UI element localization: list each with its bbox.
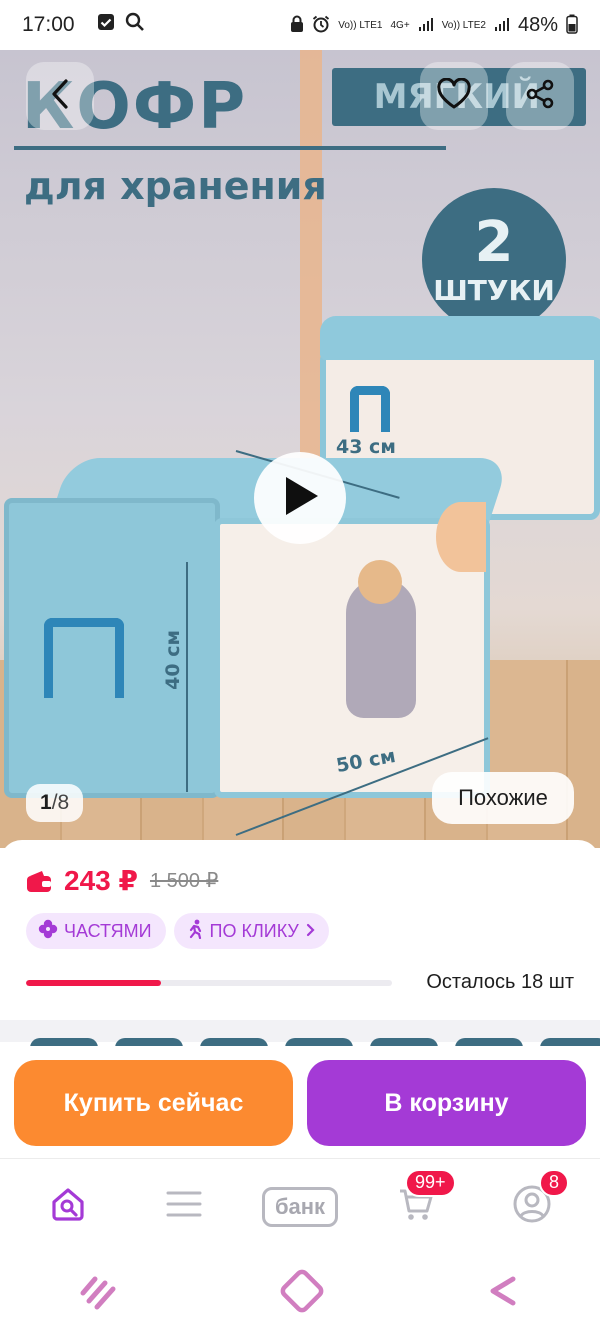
recent-apps-button[interactable]	[77, 1271, 121, 1316]
dimension-depth: 43 см	[336, 436, 396, 458]
installments-chip[interactable]: ЧАСТЯМИ	[26, 913, 166, 949]
storage-box-back-lid	[320, 316, 600, 360]
stock-row: Осталось 18 шт	[26, 971, 574, 994]
sun-decor	[436, 502, 486, 572]
stock-progress	[26, 979, 392, 986]
stock-remaining: Осталось 18 шт	[426, 971, 574, 993]
profile-badge: 8	[539, 1168, 569, 1197]
count-unit: ШТУКИ	[433, 274, 555, 307]
running-person-icon	[186, 919, 204, 944]
dimension-height: 40 см	[162, 630, 184, 690]
buy-now-button[interactable]: Купить сейчас	[14, 1060, 293, 1146]
payment-chips: ЧАСТЯМИ ПО КЛИКУ	[26, 913, 574, 949]
system-navigation-bar	[0, 1254, 600, 1332]
product-image-gallery[interactable]: КОФР для хранения МЯГКИЙ 2 ШТУКИ 43 см 4…	[0, 50, 600, 848]
favorite-button[interactable]	[420, 62, 488, 130]
price-row: 243 ₽ 1 500 ₽	[26, 864, 574, 897]
tab-profile[interactable]: 8	[487, 1168, 577, 1237]
current-price: 243 ₽	[64, 865, 138, 896]
stock-progress-fill	[26, 979, 162, 986]
installments-label: ЧАСТЯМИ	[64, 920, 152, 941]
share-icon	[524, 78, 556, 115]
chevron-left-icon	[49, 78, 71, 115]
clover-icon	[38, 919, 58, 944]
old-price: 1 500 ₽	[149, 870, 219, 892]
network-lte1: Vo)) LTE1	[338, 19, 383, 31]
one-click-label: ПО КЛИКУ	[209, 920, 299, 941]
battery-percent: 48%	[517, 13, 558, 36]
bottom-tab-bar: банк 99+ 8	[0, 1158, 600, 1254]
handle-icon	[44, 618, 124, 698]
battery-icon	[566, 14, 578, 37]
page-total: 8	[57, 791, 70, 814]
alarm-icon	[312, 15, 330, 36]
count-number: 2	[474, 210, 514, 275]
bank-label: банк	[261, 1186, 339, 1227]
image-page-indicator: 1 / 8	[26, 784, 84, 822]
chevron-right-icon	[305, 921, 315, 942]
back-nav-button[interactable]	[483, 1271, 523, 1316]
network-lte2: Vo)) LTE2	[441, 19, 486, 31]
promo-underline	[14, 146, 446, 150]
handle-icon	[350, 386, 390, 432]
purchase-actions: Купить сейчас В корзину	[0, 1046, 600, 1158]
check-icon	[97, 13, 115, 37]
storage-box-front	[4, 458, 510, 798]
tab-bank[interactable]: банк	[255, 1177, 345, 1237]
add-to-cart-button[interactable]: В корзину	[307, 1060, 586, 1146]
one-click-chip[interactable]: ПО КЛИКУ	[173, 913, 329, 949]
product-screen: 17:00 Vo)) LTE1 4G+ Vo)) LTE2 48% КОФР д…	[0, 0, 600, 1332]
wallet-icon	[26, 867, 54, 895]
similar-button[interactable]: Похожие	[432, 772, 574, 824]
network-4g: 4G+	[390, 19, 410, 31]
promo-subtitle: для хранения	[24, 164, 327, 208]
heart-icon	[436, 77, 472, 115]
dimension-line-height	[186, 562, 188, 792]
tab-catalog[interactable]	[139, 1177, 229, 1237]
signal-icon	[418, 16, 434, 35]
status-bar: 17:00 Vo)) LTE1 4G+ Vo)) LTE2 48%	[0, 0, 600, 50]
cart-badge: 99+	[405, 1168, 456, 1197]
count-badge: 2 ШТУКИ	[422, 188, 566, 332]
tab-home[interactable]	[23, 1177, 113, 1237]
product-info-card: 243 ₽ 1 500 ₽ ЧАСТЯМИ ПО КЛИКУ Осталось …	[0, 840, 600, 1020]
search-icon	[125, 12, 145, 38]
wall-decor	[300, 50, 322, 480]
lock-notification-icon	[290, 15, 304, 36]
play-video-button[interactable]	[254, 452, 346, 544]
status-time: 17:00	[22, 13, 75, 36]
menu-icon	[166, 1189, 202, 1224]
tab-cart[interactable]: 99+	[371, 1168, 461, 1237]
page-current: 1	[40, 791, 52, 814]
signal-icon	[494, 16, 510, 35]
share-button[interactable]	[506, 62, 574, 130]
play-icon	[280, 474, 320, 523]
home-button[interactable]	[276, 1265, 328, 1322]
home-search-icon	[48, 1184, 88, 1229]
back-button[interactable]	[26, 62, 94, 130]
penguin-head	[358, 560, 402, 604]
